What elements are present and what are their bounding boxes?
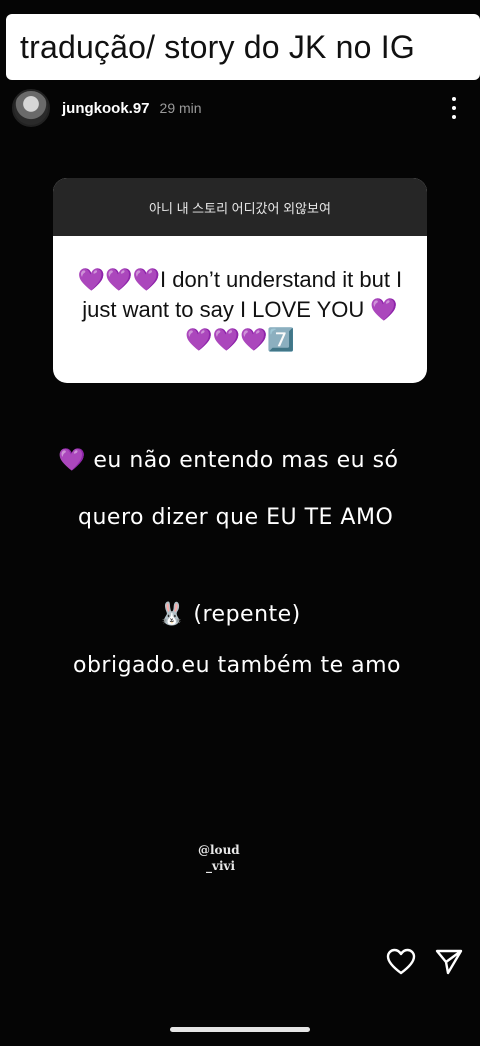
story-text-line-2: quero dizer que EU TE AMO — [78, 505, 394, 530]
post-time: 29 min — [159, 100, 202, 116]
question-box: 아니 내 스토리 어디갔어 외않보여 💜💜💜I don’t understand… — [53, 178, 427, 383]
more-icon[interactable] — [446, 94, 462, 122]
title-banner: tradução/ story do JK no IG — [6, 14, 480, 80]
story-text-line-3: 🐰 (repente) — [158, 602, 301, 627]
story-text-line-1: 💜 eu não entendo mas eu só — [58, 448, 399, 473]
banner-title: tradução/ story do JK no IG — [20, 28, 415, 65]
watermark-line-1: @loud — [198, 843, 240, 857]
story-header: jungkook.97 29 min — [12, 88, 472, 128]
story-text-line-4: obrigado.eu também te amo — [73, 653, 402, 678]
question-answer: 💜💜💜I don’t understand it but I just want… — [77, 266, 403, 352]
question-prompt: 아니 내 스토리 어디갔어 외않보여 — [53, 178, 427, 236]
watermark-line-2: _vivi — [206, 859, 236, 873]
heart-icon[interactable] — [386, 948, 416, 976]
username[interactable]: jungkook.97 — [62, 100, 150, 117]
send-icon[interactable] — [434, 948, 464, 976]
home-indicator[interactable] — [170, 1027, 310, 1032]
watermark: @loud _vivi — [198, 842, 240, 874]
story-screen: tradução/ story do JK no IG jungkook.97 … — [0, 0, 480, 1046]
avatar[interactable] — [12, 89, 50, 127]
